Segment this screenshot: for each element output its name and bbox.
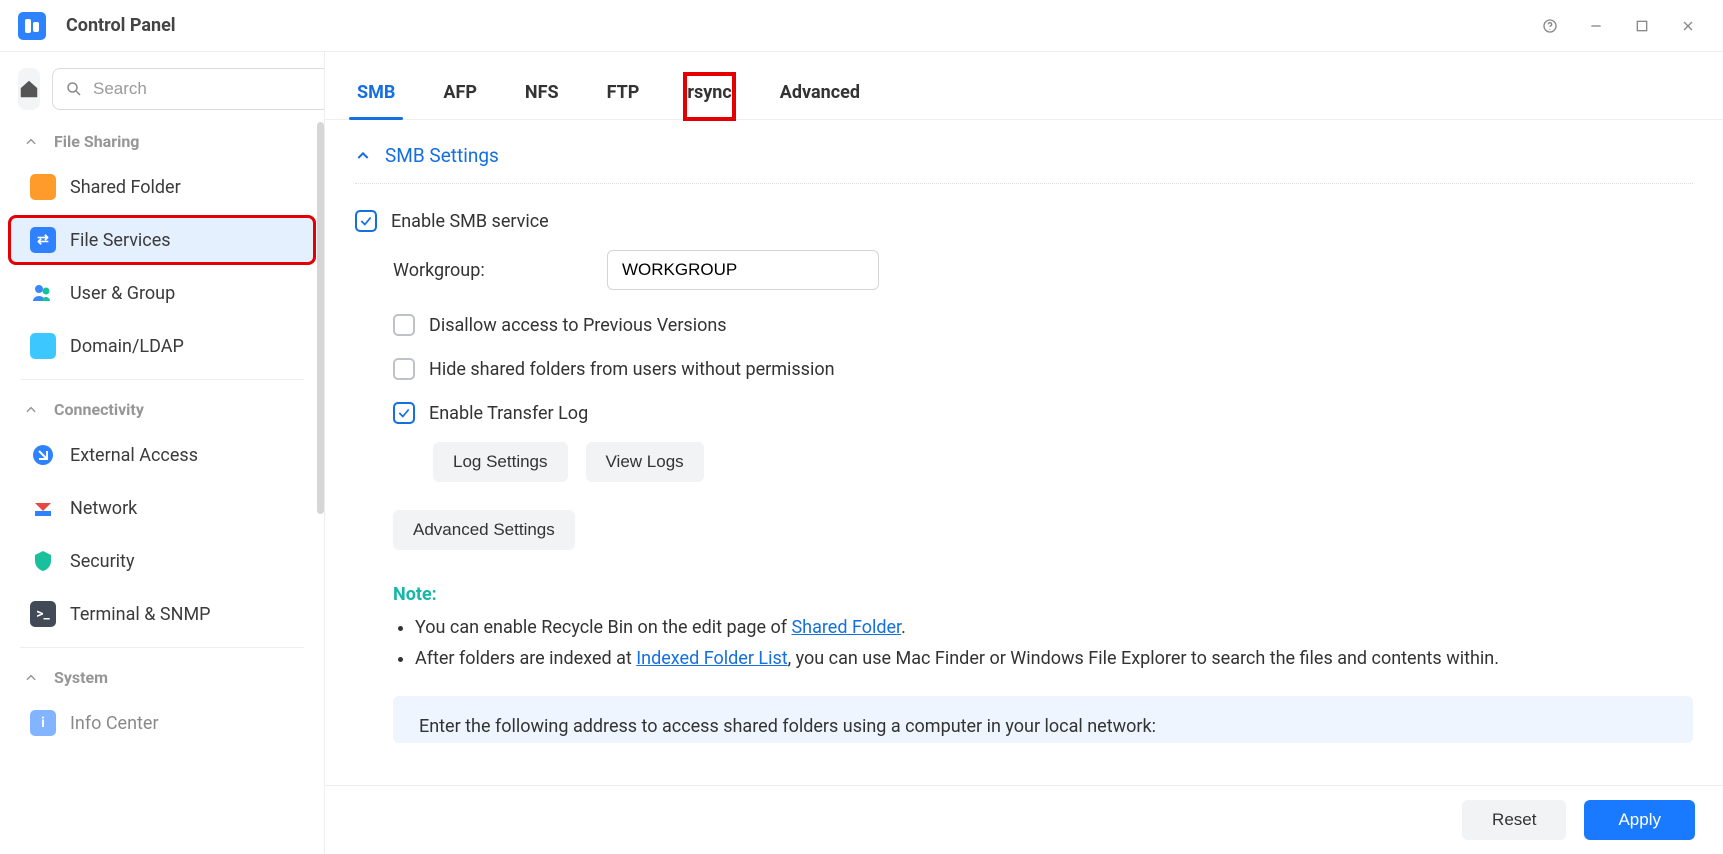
sidebar-item-user-group[interactable]: User & Group (8, 268, 316, 318)
sidebar-item-domain-ldap[interactable]: Domain/LDAP (8, 321, 316, 371)
home-button[interactable] (18, 68, 40, 110)
sidebar-item-info-center[interactable]: i Info Center (8, 698, 316, 748)
workgroup-label: Workgroup: (393, 260, 607, 281)
sidebar-item-security[interactable]: Security (8, 536, 316, 586)
note-list: You can enable Recycle Bin on the edit p… (393, 613, 1693, 674)
tab-ftp[interactable]: FTP (605, 74, 642, 119)
sidebar-item-label: Domain/LDAP (70, 336, 184, 357)
search-input[interactable] (91, 78, 316, 100)
category-file-sharing[interactable]: File Sharing (0, 120, 324, 159)
note-heading: Note: (393, 584, 1693, 605)
settings-pane: SMB Settings Enable SMB service Workgrou… (325, 120, 1723, 785)
content-area: SMB AFP NFS FTP rsync Advanced SMB Setti… (325, 52, 1723, 854)
info-text: Enter the following address to access sh… (419, 716, 1156, 737)
tab-nfs[interactable]: NFS (523, 74, 561, 119)
tab-afp[interactable]: AFP (441, 74, 479, 119)
security-icon (30, 548, 56, 574)
sidebar-item-label: Security (70, 551, 134, 572)
sidebar-item-label: Shared Folder (70, 177, 181, 198)
chevron-up-icon (355, 148, 371, 164)
title-bar: Control Panel (0, 0, 1723, 52)
chevron-up-icon (24, 135, 38, 149)
checkbox-transfer-log[interactable] (393, 402, 415, 424)
view-logs-button[interactable]: View Logs (586, 442, 704, 482)
help-button[interactable] (1533, 9, 1567, 43)
network-icon (30, 495, 56, 521)
sidebar-item-label: External Access (70, 445, 198, 466)
control-panel-icon (18, 12, 46, 40)
tab-bar: SMB AFP NFS FTP rsync Advanced (325, 52, 1723, 120)
folder-icon (30, 174, 56, 200)
log-settings-button[interactable]: Log Settings (433, 442, 568, 482)
reset-button[interactable]: Reset (1462, 800, 1566, 840)
section-header-smb[interactable]: SMB Settings (355, 140, 1693, 184)
sidebar-item-terminal-snmp[interactable]: >_ Terminal & SNMP (8, 589, 316, 639)
sidebar-item-external-access[interactable]: External Access (8, 430, 316, 480)
file-services-icon: ⇄ (30, 227, 56, 253)
chevron-up-icon (24, 671, 38, 685)
tab-advanced[interactable]: Advanced (778, 74, 862, 119)
note-item: After folders are indexed at Indexed Fol… (415, 644, 1693, 675)
checkbox-label: Hide shared folders from users without p… (429, 359, 835, 380)
checkbox-label: Enable SMB service (391, 211, 549, 232)
sidebar-item-network[interactable]: Network (8, 483, 316, 533)
sidebar-item-label: User & Group (70, 283, 175, 304)
category-label: File Sharing (54, 132, 139, 151)
sidebar-item-file-services[interactable]: ⇄ File Services (8, 215, 316, 265)
apply-button[interactable]: Apply (1584, 800, 1695, 840)
sidebar-item-label: File Services (70, 230, 171, 251)
search-icon (65, 80, 83, 98)
minimize-button[interactable] (1579, 9, 1613, 43)
link-shared-folder[interactable]: Shared Folder (791, 617, 901, 638)
footer: Reset Apply (325, 785, 1723, 854)
checkbox-hide-folders[interactable] (393, 358, 415, 380)
sidebar-item-label: Info Center (70, 713, 159, 734)
checkbox-label: Disallow access to Previous Versions (429, 315, 727, 336)
link-indexed-folder-list[interactable]: Indexed Folder List (636, 648, 787, 669)
tab-rsync[interactable]: rsync (685, 74, 733, 119)
tab-smb[interactable]: SMB (355, 74, 397, 119)
sidebar-item-shared-folder[interactable]: Shared Folder (8, 162, 316, 212)
checkbox-disallow-previous[interactable] (393, 314, 415, 336)
checkbox-label: Enable Transfer Log (429, 403, 588, 424)
sidebar-item-label: Network (70, 498, 137, 519)
window-title: Control Panel (66, 15, 176, 36)
info-box: Enter the following address to access sh… (393, 696, 1693, 743)
sidebar: File Sharing Shared Folder ⇄ File Servic… (0, 52, 325, 854)
external-access-icon (30, 442, 56, 468)
checkbox-enable-smb[interactable] (355, 210, 377, 232)
sidebar-item-label: Terminal & SNMP (70, 604, 211, 625)
advanced-settings-button[interactable]: Advanced Settings (393, 510, 575, 550)
terminal-icon: >_ (30, 601, 56, 627)
maximize-button[interactable] (1625, 9, 1659, 43)
user-group-icon (30, 280, 56, 306)
category-label: System (54, 668, 108, 687)
category-system[interactable]: System (0, 656, 324, 695)
search-field-wrapper[interactable] (52, 68, 324, 110)
note-item: You can enable Recycle Bin on the edit p… (415, 613, 1693, 644)
category-label: Connectivity (54, 400, 144, 419)
workgroup-input[interactable] (607, 250, 879, 290)
sidebar-scrollbar[interactable] (317, 122, 324, 514)
category-connectivity[interactable]: Connectivity (0, 388, 324, 427)
chevron-up-icon (24, 403, 38, 417)
domain-ldap-icon (30, 333, 56, 359)
close-button[interactable] (1671, 9, 1705, 43)
info-center-icon: i (30, 710, 56, 736)
section-title: SMB Settings (385, 144, 499, 167)
